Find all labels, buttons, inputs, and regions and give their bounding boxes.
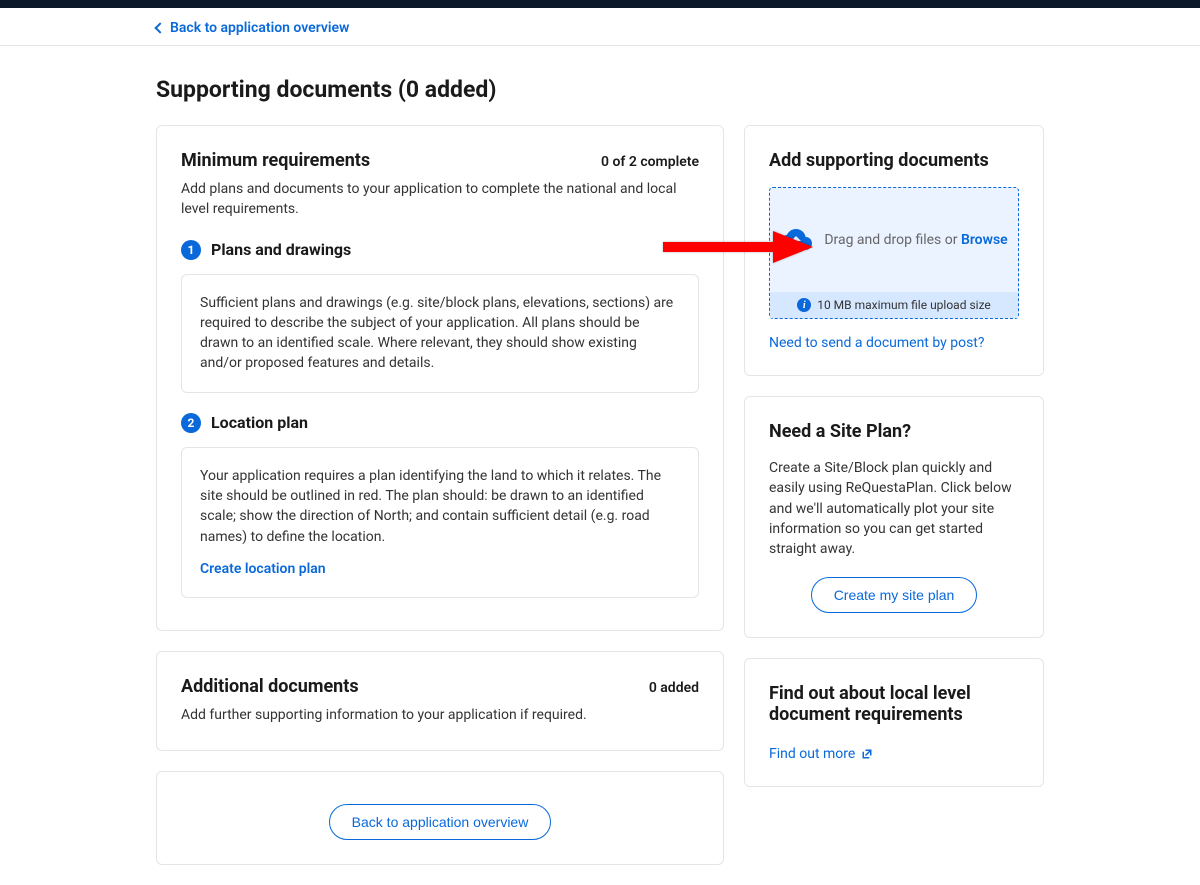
- main-column: Minimum requirements 0 of 2 complete Add…: [156, 125, 724, 885]
- requirement-number-icon: 2: [181, 413, 201, 433]
- siteplan-card: Need a Site Plan? Create a Site/Block pl…: [744, 396, 1044, 638]
- top-banner: [0, 0, 1200, 8]
- find-out-more-link[interactable]: Find out more: [769, 746, 873, 762]
- requirement-body: Sufficient plans and drawings (e.g. site…: [200, 295, 673, 372]
- cloud-upload-icon: [780, 228, 812, 252]
- requirement-number-icon: 1: [181, 240, 201, 260]
- minimum-title: Minimum requirements: [181, 150, 370, 171]
- requirement-heading-1: 1 Plans and drawings: [181, 240, 699, 260]
- back-link-label: Back to application overview: [170, 20, 349, 36]
- info-icon: i: [797, 298, 811, 312]
- file-dropzone[interactable]: Drag and drop files or Browse i 10 MB ma…: [769, 187, 1019, 319]
- breadcrumb-bar: Back to application overview: [0, 8, 1200, 46]
- send-by-post-link[interactable]: Need to send a document by post?: [769, 335, 985, 351]
- create-site-plan-button[interactable]: Create my site plan: [811, 577, 978, 613]
- requirement-title: Location plan: [211, 413, 308, 432]
- requirement-heading-2: 2 Location plan: [181, 413, 699, 433]
- chevron-left-icon: [154, 22, 165, 33]
- minimum-requirements-card: Minimum requirements 0 of 2 complete Add…: [156, 125, 724, 631]
- max-size-text: 10 MB maximum file upload size: [817, 298, 991, 312]
- minimum-status: 0 of 2 complete: [601, 154, 699, 170]
- browse-link[interactable]: Browse: [961, 232, 1008, 248]
- back-card: Back to application overview: [156, 771, 724, 865]
- requirement-body: Your application requires a plan identif…: [200, 468, 661, 545]
- external-link-icon: [861, 748, 873, 760]
- upload-card: Add supporting documents Drag and drop f…: [744, 125, 1044, 376]
- page-title: Supporting documents (0 added): [156, 76, 1044, 103]
- minimum-desc: Add plans and documents to your applicat…: [181, 179, 699, 220]
- findout-card: Find out about local level document requ…: [744, 658, 1044, 787]
- findout-title: Find out about local level document requ…: [769, 683, 1019, 725]
- siteplan-title: Need a Site Plan?: [769, 421, 1019, 442]
- additional-status: 0 added: [649, 680, 699, 696]
- additional-desc: Add further supporting information to yo…: [181, 705, 699, 725]
- dropzone-footer: i 10 MB maximum file upload size: [770, 292, 1018, 318]
- sidebar-column: Add supporting documents Drag and drop f…: [744, 125, 1044, 787]
- additional-documents-card: Additional documents 0 added Add further…: [156, 651, 724, 750]
- findout-link-label: Find out more: [769, 746, 855, 762]
- upload-title: Add supporting documents: [769, 150, 1019, 171]
- back-link[interactable]: Back to application overview: [156, 20, 349, 36]
- create-location-plan-link[interactable]: Create location plan: [200, 559, 326, 579]
- additional-title: Additional documents: [181, 676, 359, 697]
- back-to-overview-button[interactable]: Back to application overview: [329, 804, 552, 840]
- requirement-box-1: Sufficient plans and drawings (e.g. site…: [181, 274, 699, 393]
- siteplan-desc: Create a Site/Block plan quickly and eas…: [769, 458, 1019, 559]
- requirement-box-2: Your application requires a plan identif…: [181, 447, 699, 598]
- dropzone-text: Drag and drop files or Browse: [824, 232, 1007, 248]
- requirement-title: Plans and drawings: [211, 240, 351, 259]
